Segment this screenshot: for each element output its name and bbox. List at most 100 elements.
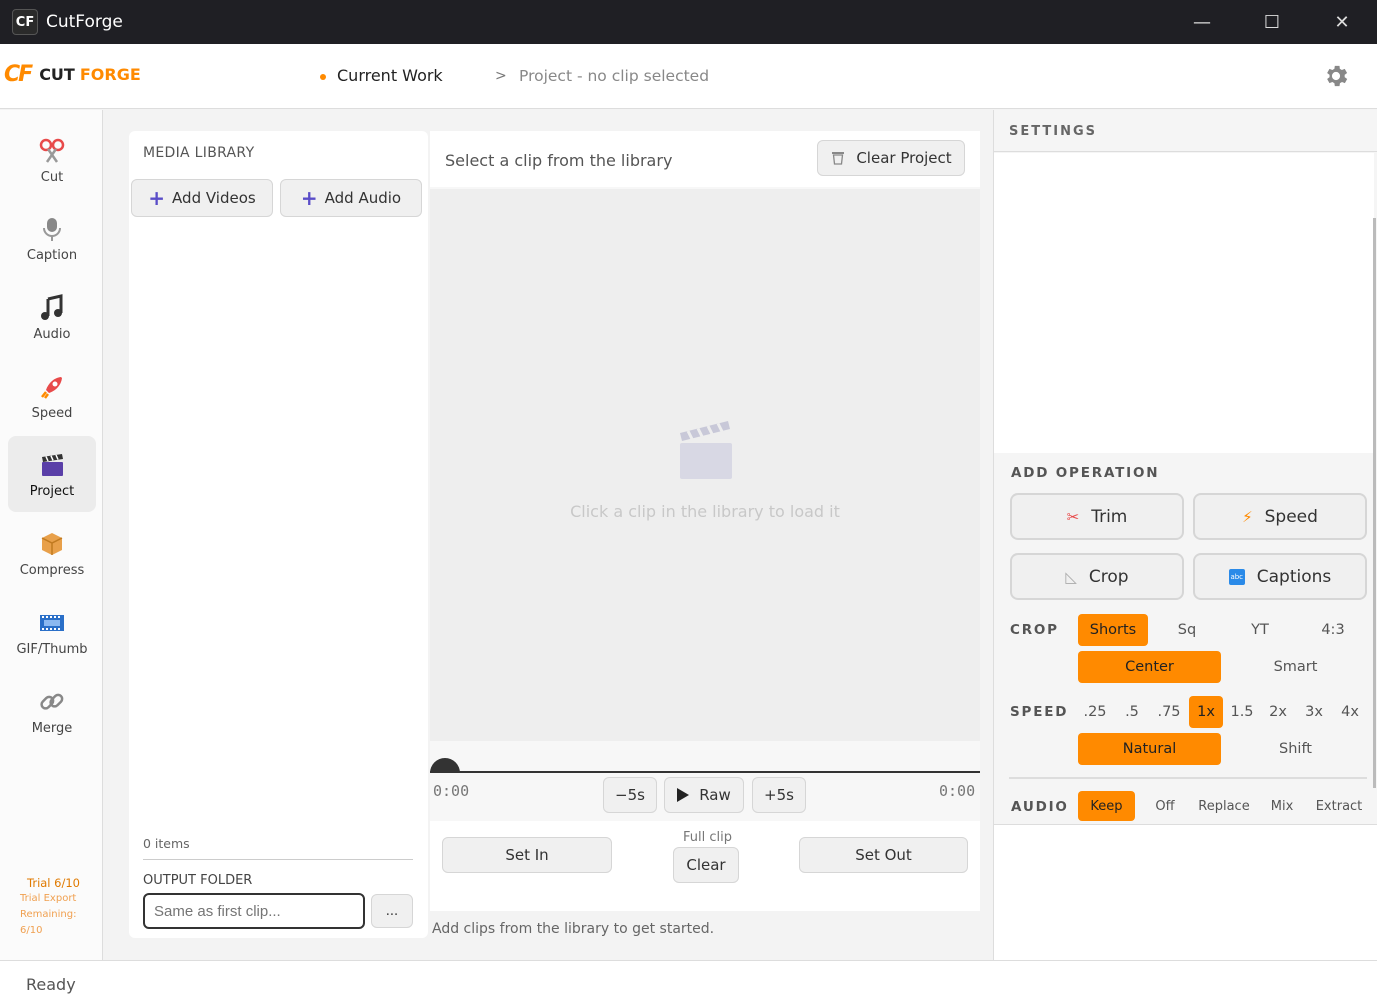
add-audio-button[interactable]: + Add Audio bbox=[280, 179, 422, 217]
settings-panel: SETTINGS ADD OPERATION ✂ Trim ⚡ Speed ◺ … bbox=[993, 110, 1377, 960]
scissors-icon: ✂ bbox=[1066, 507, 1080, 526]
speed-option-1x[interactable]: 1x bbox=[1189, 696, 1223, 728]
status-dot-icon bbox=[320, 74, 326, 80]
close-button[interactable]: ✕ bbox=[1307, 0, 1377, 44]
player-panel: Select a clip from the library Clear Pro… bbox=[430, 131, 980, 911]
select-clip-label: Select a clip from the library bbox=[445, 151, 673, 170]
clear-project-label: Clear Project bbox=[856, 149, 952, 167]
speed-option-05[interactable]: .5 bbox=[1115, 696, 1149, 728]
speed-label: Speed bbox=[1264, 506, 1318, 527]
sidebar-item-project[interactable]: Project bbox=[8, 436, 96, 512]
settings-content-area bbox=[994, 153, 1374, 453]
sidebar-item-merge[interactable]: Merge bbox=[8, 673, 96, 749]
brand-logo: CF CUT FORGE bbox=[4, 62, 141, 87]
browse-folder-button[interactable]: ... bbox=[371, 894, 413, 928]
add-trim-button[interactable]: ✂ Trim bbox=[1010, 493, 1184, 540]
app-header: CF CUT FORGE Current Work > Project - no… bbox=[0, 44, 1377, 109]
audio-option-off[interactable]: Off bbox=[1141, 791, 1189, 821]
link-icon bbox=[40, 693, 64, 710]
media-item-count: 0 items bbox=[143, 836, 190, 851]
gear-icon[interactable] bbox=[1322, 62, 1350, 90]
crop-section-label: CROP bbox=[1010, 622, 1059, 638]
crop-option-square[interactable]: Sq bbox=[1155, 614, 1219, 646]
microphone-icon bbox=[43, 217, 61, 241]
captions-label: Captions bbox=[1256, 566, 1332, 587]
breadcrumb-separator: > bbox=[495, 68, 507, 84]
rewind-5s-button[interactable]: −5s bbox=[603, 777, 657, 813]
time-start: 0:00 bbox=[433, 782, 470, 800]
speed-mode-shift[interactable]: Shift bbox=[1224, 733, 1367, 765]
output-folder-input[interactable] bbox=[143, 893, 365, 929]
speed-option-3x[interactable]: 3x bbox=[1297, 696, 1331, 728]
minimize-button[interactable]: — bbox=[1167, 0, 1237, 44]
set-in-button[interactable]: Set In bbox=[442, 837, 612, 873]
crop-option-shorts[interactable]: Shorts bbox=[1078, 614, 1148, 646]
crop-option-4-3[interactable]: 4:3 bbox=[1301, 614, 1365, 646]
speed-option-4x[interactable]: 4x bbox=[1333, 696, 1367, 728]
audio-option-extract[interactable]: Extract bbox=[1310, 791, 1368, 821]
speed-option-15[interactable]: 1.5 bbox=[1225, 696, 1259, 728]
trash-icon bbox=[832, 152, 845, 165]
sidebar-item-audio[interactable]: Audio bbox=[8, 279, 96, 355]
settings-footer-area bbox=[994, 824, 1377, 960]
clear-project-button[interactable]: Clear Project bbox=[817, 140, 965, 176]
sidebar-item-caption[interactable]: Caption bbox=[8, 200, 96, 276]
sidebar-item-speed[interactable]: Speed bbox=[8, 358, 96, 434]
add-captions-button[interactable]: abc Captions bbox=[1193, 553, 1367, 600]
sidebar-item-label: Audio bbox=[33, 326, 71, 342]
crop-mode-smart[interactable]: Smart bbox=[1224, 651, 1367, 683]
rocket-icon bbox=[41, 376, 62, 399]
play-raw-button[interactable]: Raw bbox=[664, 777, 744, 813]
media-library-title: MEDIA LIBRARY bbox=[143, 145, 255, 161]
sidebar-item-cut[interactable]: Cut bbox=[8, 122, 96, 198]
sidebar-item-label: Speed bbox=[31, 405, 73, 421]
crop-mode-center[interactable]: Center bbox=[1078, 651, 1221, 683]
timeline-track[interactable] bbox=[430, 771, 980, 773]
forward-5s-button[interactable]: +5s bbox=[752, 777, 806, 813]
settings-title: SETTINGS bbox=[1009, 124, 1098, 139]
add-operation-label: ADD OPERATION bbox=[1011, 465, 1160, 481]
audio-option-replace[interactable]: Replace bbox=[1193, 791, 1255, 821]
trial-remaining-label: Remaining: bbox=[20, 909, 77, 920]
audio-option-keep[interactable]: Keep bbox=[1078, 791, 1135, 821]
settings-header: SETTINGS bbox=[994, 110, 1377, 152]
speed-option-025[interactable]: .25 bbox=[1078, 696, 1112, 728]
add-crop-button[interactable]: ◺ Crop bbox=[1010, 553, 1184, 600]
set-out-button[interactable]: Set Out bbox=[799, 837, 968, 873]
divider bbox=[1009, 777, 1367, 779]
trial-export-label: Trial Export bbox=[20, 893, 77, 904]
crop-option-youtube[interactable]: YT bbox=[1228, 614, 1292, 646]
clear-in-out-button[interactable]: Clear bbox=[673, 847, 739, 883]
trial-count: Trial 6/10 bbox=[27, 876, 80, 890]
settings-scrollbar[interactable] bbox=[1373, 218, 1376, 788]
speed-section-label: SPEED bbox=[1010, 704, 1069, 720]
play-icon bbox=[677, 788, 690, 802]
sidebar-item-label: Compress bbox=[19, 562, 85, 578]
speed-option-2x[interactable]: 2x bbox=[1261, 696, 1295, 728]
speed-mode-natural[interactable]: Natural bbox=[1078, 733, 1221, 765]
add-videos-button[interactable]: + Add Videos bbox=[131, 179, 273, 217]
maximize-button[interactable]: ☐ bbox=[1237, 0, 1307, 44]
speed-option-075[interactable]: .75 bbox=[1152, 696, 1186, 728]
sidebar-item-gif-thumb[interactable]: GIF/Thumb bbox=[8, 594, 96, 670]
player-toolbar: Select a clip from the library Clear Pro… bbox=[430, 131, 980, 187]
audio-section-label: AUDIO bbox=[1011, 799, 1069, 815]
audio-option-mix[interactable]: Mix bbox=[1258, 791, 1306, 821]
sidebar-item-label: Project bbox=[29, 483, 75, 499]
trial-status: Trial 6/10 Trial Export Remaining: 6/10 bbox=[20, 875, 90, 939]
empty-preview-hint: Click a clip in the library to load it bbox=[570, 502, 840, 521]
sidebar-item-compress[interactable]: Compress bbox=[8, 515, 96, 591]
crop-label: Crop bbox=[1088, 566, 1129, 587]
lightning-icon: ⚡ bbox=[1242, 507, 1253, 526]
triangle-ruler-icon: ◺ bbox=[1065, 567, 1077, 586]
divider bbox=[143, 859, 413, 860]
clapperboard-icon bbox=[42, 453, 63, 476]
sidebar: Cut Caption Audio Speed Project Compress… bbox=[0, 110, 103, 960]
clapperboard-placeholder-icon bbox=[680, 421, 732, 479]
breadcrumb-current[interactable]: Current Work bbox=[337, 66, 443, 85]
trial-remaining-value: 6/10 bbox=[20, 925, 43, 936]
scissors-icon bbox=[39, 138, 65, 163]
add-speed-button[interactable]: ⚡ Speed bbox=[1193, 493, 1367, 540]
package-icon bbox=[41, 532, 63, 555]
video-preview[interactable]: Click a clip in the library to load it bbox=[430, 189, 980, 741]
